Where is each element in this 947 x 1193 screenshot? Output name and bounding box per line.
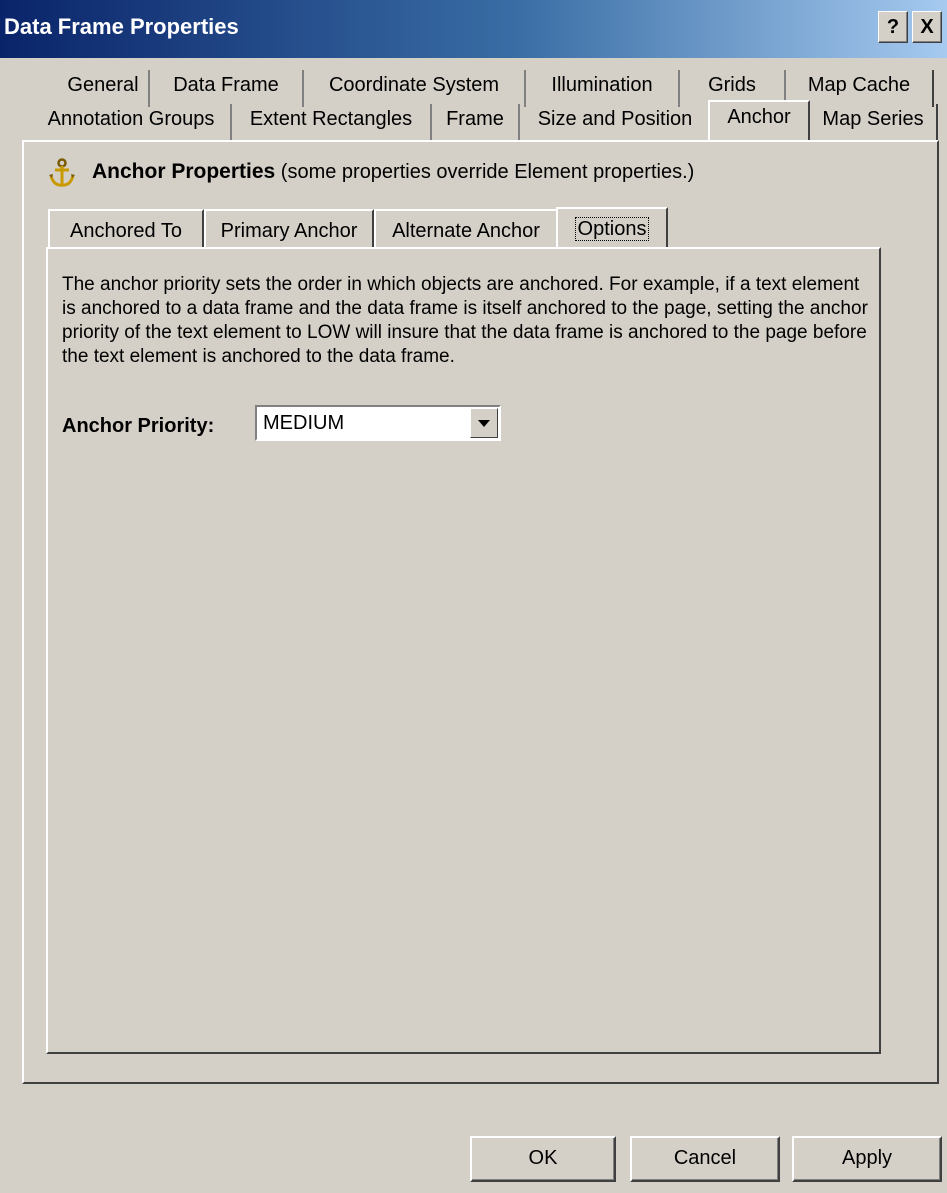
tab-annotation-groups[interactable]: Annotation Groups <box>32 104 232 141</box>
tab-row-front: Annotation Groups Extent Rectangles Fram… <box>0 100 947 141</box>
tab-map-series[interactable]: Map Series <box>810 104 938 141</box>
tab-options[interactable]: Options <box>556 207 668 247</box>
tab-data-frame[interactable]: Data Frame <box>150 70 304 107</box>
priority-description: The anchor priority sets the order in wh… <box>62 274 868 367</box>
window-title: Data Frame Properties <box>4 14 239 39</box>
close-button[interactable]: X <box>912 11 942 43</box>
tab-size-and-position[interactable]: Size and Position <box>520 104 712 141</box>
tab-frame[interactable]: Frame <box>432 104 520 141</box>
section-title: Anchor Properties <box>92 160 276 183</box>
tab-options-label: Options <box>574 217 650 241</box>
help-button[interactable]: ? <box>878 11 908 43</box>
anchor-icon <box>46 157 78 189</box>
tab-illumination[interactable]: Illumination <box>526 70 680 107</box>
tab-extent-rectangles[interactable]: Extent Rectangles <box>232 104 432 141</box>
tab-anchored-to[interactable]: Anchored To <box>48 209 204 247</box>
title-bar: Data Frame Properties ? X <box>0 0 947 58</box>
tab-general[interactable]: General <box>58 70 150 107</box>
ok-button[interactable]: OK <box>470 1136 616 1182</box>
anchor-priority-value: MEDIUM <box>263 412 345 434</box>
tab-primary-anchor[interactable]: Primary Anchor <box>204 209 374 247</box>
cancel-button[interactable]: Cancel <box>630 1136 780 1182</box>
anchor-priority-select[interactable]: MEDIUM <box>255 405 501 441</box>
tab-anchor[interactable]: Anchor <box>708 100 810 140</box>
tab-coordinate-system[interactable]: Coordinate System <box>304 70 526 107</box>
dropdown-button[interactable] <box>470 408 498 438</box>
chevron-down-icon <box>478 420 490 427</box>
section-header: Anchor Properties (some properties overr… <box>92 160 694 184</box>
inner-tab-row: Anchored To Primary Anchor Alternate Anc… <box>48 207 688 249</box>
apply-button[interactable]: Apply <box>792 1136 942 1182</box>
anchor-priority-label: Anchor Priority: <box>62 415 215 437</box>
tab-alternate-anchor[interactable]: Alternate Anchor <box>374 209 558 247</box>
section-subtitle: (some properties override Element proper… <box>280 161 695 183</box>
